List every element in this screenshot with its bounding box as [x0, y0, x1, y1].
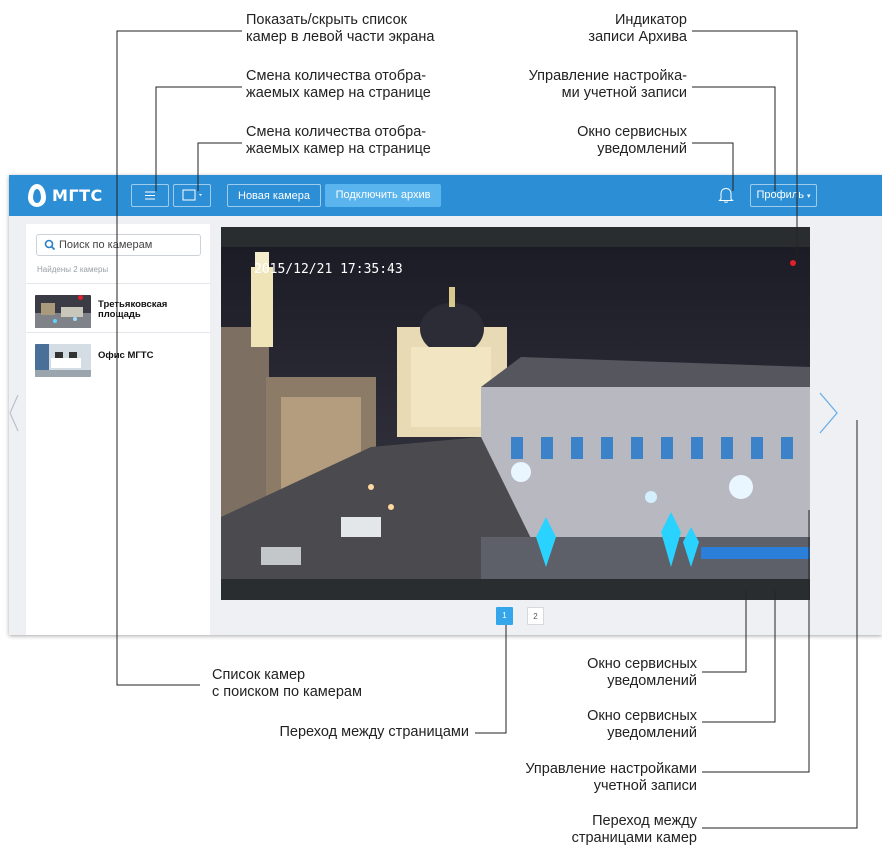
camera-list-item[interactable]: Офис МГТС — [26, 332, 210, 381]
callout-service-notifications-top: Окно сервисных уведомлений — [577, 124, 687, 157]
callout-service-notifications-bottom-1: Окно сервисных уведомлений — [587, 656, 697, 689]
layout-icon — [182, 189, 202, 201]
app-window: МГТС Новая камера Подключить архив Профи… — [9, 175, 882, 635]
camera-thumbnail — [35, 295, 91, 328]
video-player[interactable]: 2015/12/21 17:35:43 — [221, 227, 810, 600]
callout-camera-pages: Переход между страницами камер — [571, 813, 697, 846]
callout-camera-count-2: Смена количества отобра-жаемых камер на … — [246, 124, 431, 157]
camera-list-panel: Найдены 2 камеры Третьяковская площадь — [26, 224, 210, 635]
archive-recording-indicator — [790, 260, 796, 266]
recording-indicator — [78, 295, 83, 300]
callout-account-settings-bottom: Управление настройками учетной записи — [525, 761, 697, 794]
chevron-down-icon: ▾ — [807, 193, 811, 200]
found-count: Найдены 2 камеры — [37, 265, 109, 274]
logo-icon — [28, 184, 46, 207]
callout-pagination: Переход между страницами — [279, 724, 470, 740]
connect-archive-button[interactable]: Подключить архив — [325, 184, 441, 207]
video-timestamp: 2015/12/21 17:35:43 — [254, 262, 403, 277]
camera-name: Третьяковская площадь — [98, 299, 168, 320]
callout-account-settings: Управление настройка-ми учетной записи — [528, 68, 687, 101]
callout-service-notifications-bottom-2: Окно сервисных уведомлений — [587, 708, 697, 741]
search-box[interactable] — [36, 234, 201, 256]
callout-camera-count-1: Смена количества отобра-жаемых камер на … — [246, 68, 431, 101]
profile-label: Профиль — [756, 189, 804, 201]
chevron-left-icon[interactable] — [9, 393, 20, 433]
camera-video-frame — [221, 247, 810, 579]
menu-icon — [145, 191, 155, 200]
camera-thumbnail — [35, 344, 91, 377]
top-bar: МГТС Новая камера Подключить архив Профи… — [9, 175, 882, 216]
toggle-list-button[interactable] — [131, 184, 169, 207]
search-input[interactable] — [59, 237, 197, 253]
callout-camera-list: Список камер с поиском по камерам — [212, 667, 362, 700]
chevron-right-icon[interactable] — [818, 391, 840, 435]
profile-button[interactable]: Профиль ▾ — [750, 184, 817, 207]
camera-name: Офис МГТС — [98, 350, 154, 361]
camera-list-item[interactable]: Третьяковская площадь — [26, 283, 210, 332]
search-icon — [44, 239, 56, 251]
page-button-2[interactable]: 2 — [527, 607, 544, 625]
new-camera-button[interactable]: Новая камера — [227, 184, 321, 207]
logo-text: МГТС — [52, 186, 103, 205]
callout-archive-indicator: Индикатор записи Архива — [588, 12, 687, 45]
callout-toggle-list: Показать/скрыть список камер в левой част… — [246, 12, 435, 45]
bell-icon[interactable] — [718, 186, 734, 204]
layout-select-button[interactable] — [173, 184, 211, 207]
page-button-1[interactable]: 1 — [496, 607, 513, 625]
